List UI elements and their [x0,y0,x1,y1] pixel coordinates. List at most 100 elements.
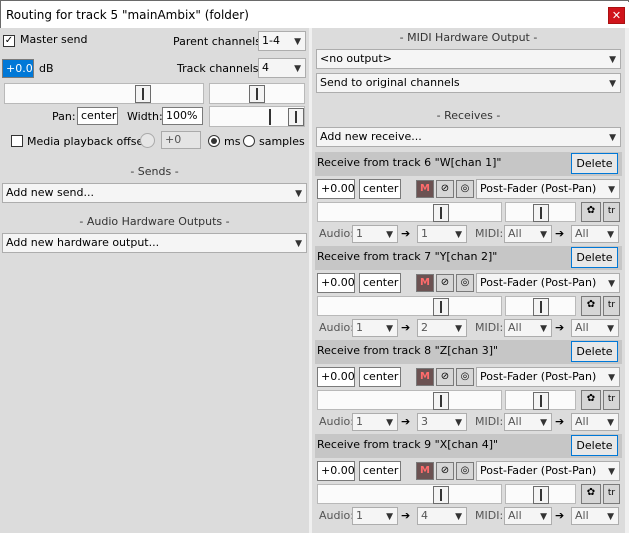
receive-volume-fader[interactable] [317,390,502,410]
phase-invert-icon[interactable]: ⊘ [436,462,454,480]
midi-dst-select[interactable]: All ▼ [571,225,619,243]
receive-volume-field[interactable]: +0.00 [317,179,355,199]
audio-dst-select[interactable]: 3 ▼ [417,413,467,431]
audio-dst-select[interactable]: 4 ▼ [417,507,467,525]
pan-field[interactable]: center [77,107,118,125]
send-mode-select[interactable]: Post-Fader (Post-Pan) ▼ [476,273,620,293]
fader-handle[interactable] [135,85,151,103]
mute-button[interactable]: M [416,368,434,386]
width-fader[interactable] [209,106,305,127]
fader-handle[interactable] [433,486,449,504]
master-pan-fader[interactable] [209,83,305,104]
midi-label: MIDI: [475,321,504,334]
envelope-icon[interactable]: ✿ [581,296,601,316]
fader-handle[interactable] [533,392,549,410]
master-volume-field[interactable]: +0.00 [2,59,34,78]
envelope-icon[interactable]: ✿ [581,390,601,410]
receive-pan-field[interactable]: center [359,461,401,481]
add-send-select[interactable]: Add new send... ▼ [2,183,307,203]
phase-invert-icon[interactable]: ⊘ [436,368,454,386]
audio-label: Audio: [319,509,354,522]
width-field[interactable]: 100% [162,107,203,125]
audio-src-select[interactable]: 1 ▼ [352,507,398,525]
receive-pan-fader[interactable] [505,202,576,222]
midi-output-select[interactable]: <no output> ▼ [316,49,621,69]
mono-stereo-icon[interactable]: ◎ [456,180,474,198]
ms-radio[interactable] [208,135,220,147]
mute-button[interactable]: M [416,462,434,480]
delete-receive-button[interactable]: Delete [571,341,618,362]
samples-radio[interactable] [243,135,255,147]
receive-pan-field[interactable]: center [359,273,401,293]
midi-dst-select[interactable]: All ▼ [571,413,619,431]
mute-button[interactable]: M [416,274,434,292]
master-volume-fader[interactable] [4,83,204,104]
arrow-icon: ➔ [555,227,565,240]
mono-stereo-icon[interactable]: ◎ [456,462,474,480]
receive-pan-fader[interactable] [505,296,576,316]
offset-knob[interactable] [140,133,155,148]
audio-dst-select[interactable]: 1 ▼ [417,225,467,243]
audio-src-select[interactable]: 1 ▼ [352,319,398,337]
phase-invert-icon[interactable]: ⊘ [436,180,454,198]
mute-button[interactable]: M [416,180,434,198]
fader-handle[interactable] [533,204,549,222]
fader-handle[interactable] [433,298,449,316]
chevron-down-icon: ▼ [455,230,462,240]
media-offset-checkbox[interactable] [11,135,23,147]
close-button[interactable]: ✕ [608,7,625,24]
pan-label: Pan: [52,110,76,123]
midi-channels-select[interactable]: Send to original channels ▼ [316,73,621,93]
midi-src-select[interactable]: All ▼ [504,507,552,525]
fader-handle[interactable] [433,204,449,222]
envelope-icon[interactable]: ✿ [581,202,601,222]
mono-stereo-icon[interactable]: ◎ [456,368,474,386]
fader-handle[interactable] [533,298,549,316]
trim-icon[interactable]: tr [603,390,620,410]
send-mode-select[interactable]: Post-Fader (Post-Pan) ▼ [476,461,620,481]
receive-pan-fader[interactable] [505,484,576,504]
trim-icon[interactable]: tr [603,202,620,222]
fader-handle[interactable] [249,85,265,103]
chevron-down-icon: ▼ [607,324,614,334]
send-mode-select[interactable]: Post-Fader (Post-Pan) ▼ [476,367,620,387]
midi-dst-select[interactable]: All ▼ [571,319,619,337]
receive-volume-field[interactable]: +0.00 [317,367,355,387]
audio-dst-select[interactable]: 2 ▼ [417,319,467,337]
phase-invert-icon[interactable]: ⊘ [436,274,454,292]
receive-pan-field[interactable]: center [359,367,401,387]
delete-receive-button[interactable]: Delete [571,153,618,174]
midi-dst-select[interactable]: All ▼ [571,507,619,525]
fader-handle[interactable] [433,392,449,410]
add-receive-select[interactable]: Add new receive... ▼ [316,127,621,147]
send-mode-select[interactable]: Post-Fader (Post-Pan) ▼ [476,179,620,199]
receive-pan-field[interactable]: center [359,179,401,199]
track-channels-select[interactable]: 4 ▼ [258,58,306,78]
midi-src-select[interactable]: All ▼ [504,413,552,431]
audio-src-select[interactable]: 1 ▼ [352,225,398,243]
delete-receive-button[interactable]: Delete [571,435,618,456]
fader-handle[interactable] [288,108,304,126]
receive-title: Receive from track 9 "X[chan 4]" [317,438,499,451]
parent-channels-select[interactable]: 1-4 ▼ [258,31,306,51]
chevron-down-icon: ▼ [455,418,462,428]
trim-icon[interactable]: tr [603,296,620,316]
receive-volume-fader[interactable] [317,202,502,222]
receive-volume-fader[interactable] [317,296,502,316]
delete-receive-button[interactable]: Delete [571,247,618,268]
midi-src-select[interactable]: All ▼ [504,225,552,243]
media-offset-label: Media playback offset: [27,135,152,148]
receive-volume-field[interactable]: +0.00 [317,461,355,481]
master-send-checkbox[interactable]: ✓ [3,35,15,47]
offset-field[interactable]: +0 [161,131,201,149]
midi-src-select[interactable]: All ▼ [504,319,552,337]
fader-handle[interactable] [533,486,549,504]
receive-volume-field[interactable]: +0.00 [317,273,355,293]
trim-icon[interactable]: tr [603,484,620,504]
audio-src-select[interactable]: 1 ▼ [352,413,398,431]
add-hw-output-select[interactable]: Add new hardware output... ▼ [2,233,307,253]
receive-pan-fader[interactable] [505,390,576,410]
receive-volume-fader[interactable] [317,484,502,504]
envelope-icon[interactable]: ✿ [581,484,601,504]
mono-stereo-icon[interactable]: ◎ [456,274,474,292]
